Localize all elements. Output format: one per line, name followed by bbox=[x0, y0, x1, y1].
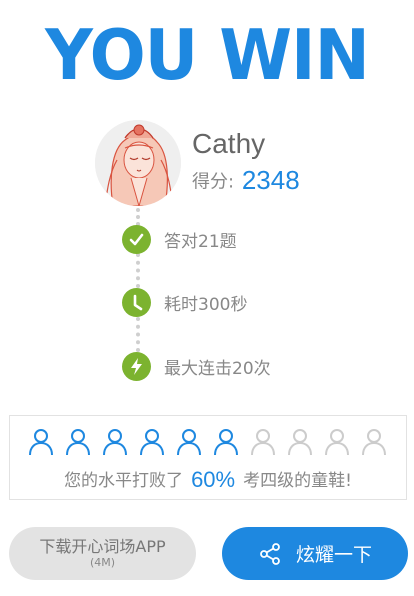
check-icon bbox=[122, 224, 151, 254]
rank-percent: 60% bbox=[191, 467, 236, 492]
rank-prefix: 您的水平打败了 bbox=[64, 471, 184, 491]
stat-combo-text: 最大连击20次 bbox=[164, 358, 271, 379]
person-filled-icon bbox=[176, 428, 202, 456]
download-app-button[interactable]: 下载开心词场APP (4M) bbox=[9, 527, 196, 580]
score-row: 得分: 2348 bbox=[192, 165, 300, 196]
share-label: 炫耀一下 bbox=[295, 544, 372, 566]
person-filled-icon bbox=[28, 428, 54, 456]
download-app-size: (4M) bbox=[89, 556, 116, 569]
timeline-connector bbox=[136, 317, 140, 352]
person-filled-icon bbox=[65, 428, 91, 456]
lightning-icon bbox=[122, 351, 151, 381]
person-filled-icon bbox=[213, 428, 239, 456]
stat-time-text: 耗时300秒 bbox=[164, 294, 248, 315]
avatar bbox=[95, 120, 181, 206]
person-empty-icon bbox=[361, 428, 387, 456]
stat-correct-text: 答对21题 bbox=[164, 231, 237, 252]
rank-suffix: 考四级的童鞋! bbox=[243, 471, 352, 491]
timeline-connector bbox=[136, 253, 140, 288]
person-filled-icon bbox=[139, 428, 165, 456]
player-name: Cathy bbox=[192, 128, 266, 159]
person-empty-icon bbox=[287, 428, 313, 456]
stat-correct: 答对21题 bbox=[122, 224, 237, 254]
rank-text: 您的水平打败了 60% 考四级的童鞋! bbox=[10, 466, 406, 493]
score-value: 2348 bbox=[241, 165, 300, 195]
download-app-label: 下载开心词场APP bbox=[39, 537, 166, 556]
win-title: YOU WIN bbox=[45, 15, 370, 96]
stat-time: 耗时300秒 bbox=[122, 287, 247, 317]
clock-icon bbox=[122, 287, 151, 317]
avatar-illustration bbox=[95, 120, 181, 206]
person-empty-icon bbox=[324, 428, 350, 456]
share-button[interactable]: 炫耀一下 bbox=[222, 527, 408, 580]
stat-combo: 最大连击20次 bbox=[122, 351, 271, 381]
share-icon bbox=[260, 542, 280, 565]
person-filled-icon bbox=[102, 428, 128, 456]
person-empty-icon bbox=[250, 428, 276, 456]
rank-panel: 您的水平打败了 60% 考四级的童鞋! bbox=[9, 415, 407, 500]
score-label: 得分: bbox=[192, 171, 235, 193]
people-row bbox=[28, 428, 387, 456]
